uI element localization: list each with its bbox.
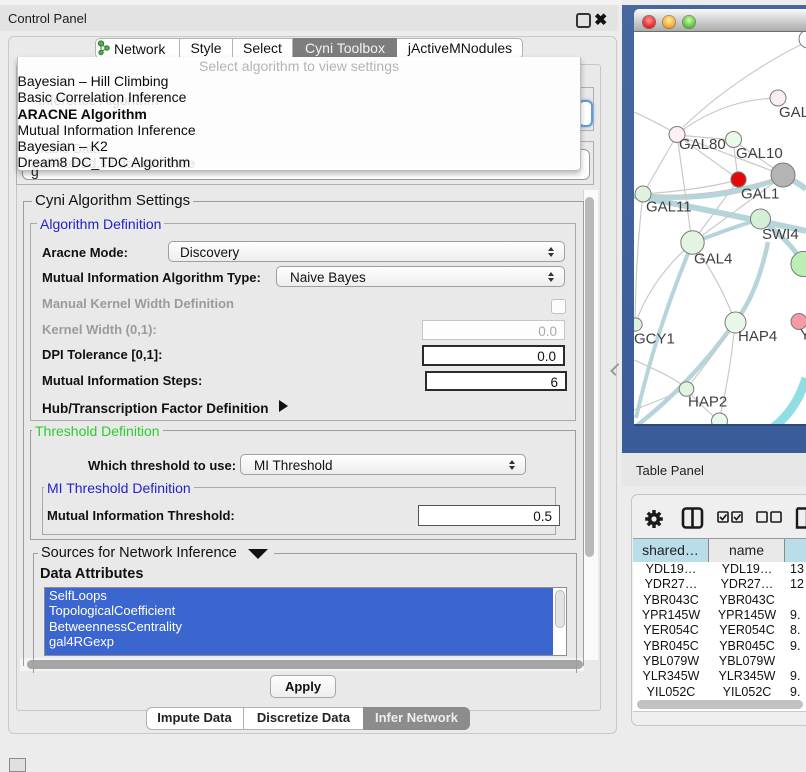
- svg-text:SWI4: SWI4: [762, 226, 799, 243]
- svg-text:HAP4: HAP4: [738, 328, 777, 345]
- svg-text:Y: Y: [800, 327, 806, 344]
- svg-text:GAL10: GAL10: [736, 145, 783, 162]
- svg-text:GAL2: GAL2: [779, 104, 806, 121]
- svg-text:HAP2: HAP2: [688, 394, 727, 411]
- svg-text:GAL1: GAL1: [741, 186, 779, 203]
- svg-text:GAL80: GAL80: [679, 136, 726, 153]
- svg-text:GAL11: GAL11: [646, 199, 692, 216]
- svg-text:GCY1: GCY1: [634, 331, 675, 348]
- svg-text:GAL4: GAL4: [694, 251, 732, 268]
